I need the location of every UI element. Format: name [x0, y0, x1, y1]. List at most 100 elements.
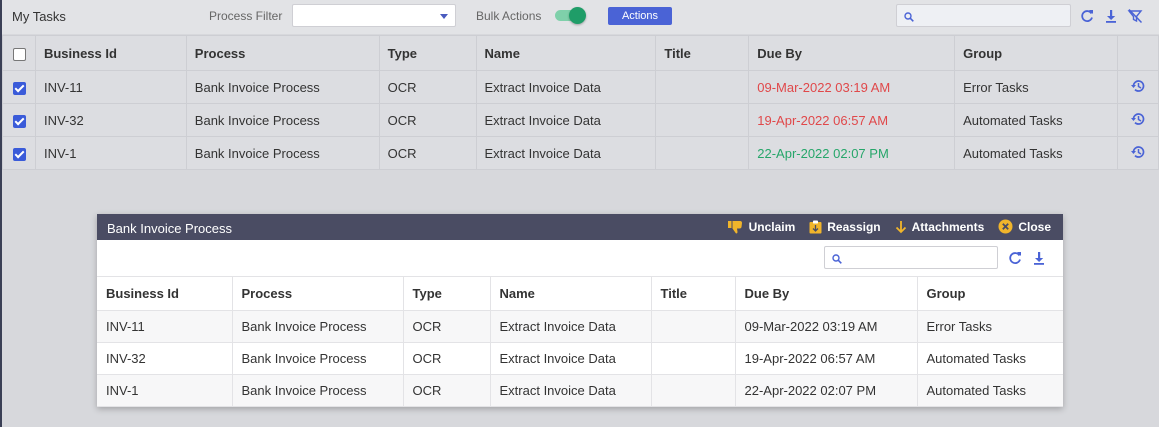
select-all-cell [2, 35, 36, 71]
title-cell [655, 136, 750, 170]
column-header[interactable]: Process [232, 276, 404, 311]
task-search-input[interactable] [896, 4, 1071, 27]
page-title: My Tasks [12, 9, 66, 24]
row-checkbox[interactable] [13, 147, 26, 161]
unclaim-button[interactable]: Unclaim [727, 219, 796, 234]
dialog-header: Bank Invoice Process Unclaim Reassign At… [97, 214, 1063, 240]
refresh-icon[interactable] [1007, 250, 1023, 266]
table-row[interactable]: INV-32 Bank Invoice Process OCR Extract … [2, 103, 1159, 137]
title-cell [655, 70, 750, 104]
close-label: Close [1018, 219, 1051, 234]
process-filter-select[interactable] [292, 4, 456, 27]
row-checkbox-cell [2, 103, 36, 137]
attachments-button[interactable]: Attachments [895, 219, 985, 234]
bulk-actions-toggle[interactable] [555, 7, 586, 24]
due-by-cell: 22-Apr-2022 02:07 PM [748, 136, 956, 170]
group-cell: Error Tasks [954, 70, 1118, 104]
search-icon [904, 12, 914, 22]
table-row[interactable]: INV-1 Bank Invoice Process OCR Extract I… [97, 374, 1063, 407]
clear-filter-icon[interactable] [1127, 8, 1143, 24]
row-checkbox[interactable] [13, 114, 26, 128]
actions-button[interactable]: Actions [608, 7, 672, 25]
column-header[interactable]: Type [378, 35, 477, 71]
reassign-button[interactable]: Reassign [809, 219, 881, 234]
process-cell: Bank Invoice Process [185, 103, 380, 137]
unclaim-label: Unclaim [748, 219, 796, 234]
type-cell: OCR [378, 103, 477, 137]
column-header[interactable]: Title [655, 35, 750, 71]
dialog-title: Bank Invoice Process [107, 221, 233, 236]
business-id-cell: INV-11 [97, 310, 233, 343]
row-checkbox-cell [2, 136, 36, 170]
column-header[interactable]: Due By [748, 35, 956, 71]
dialog-task-table: Business Id Process Type Name Title Due … [97, 276, 1063, 407]
type-cell: OCR [403, 310, 491, 343]
clipboard-icon [809, 220, 822, 233]
column-header[interactable]: Process [185, 35, 380, 71]
name-cell: Extract Invoice Data [490, 374, 652, 407]
group-cell: Automated Tasks [954, 103, 1118, 137]
group-cell: Automated Tasks [917, 342, 1063, 375]
column-header[interactable]: Group [917, 276, 1063, 311]
column-header[interactable]: Group [954, 35, 1118, 71]
due-by-cell: 09-Mar-2022 03:19 AM [748, 70, 956, 104]
business-id-cell: INV-32 [97, 342, 233, 375]
title-cell [655, 103, 750, 137]
close-icon [998, 219, 1013, 234]
history-icon[interactable] [1130, 78, 1146, 94]
column-header[interactable]: Name [490, 276, 652, 311]
due-by-cell: 19-Apr-2022 06:57 AM [735, 342, 918, 375]
process-cell: Bank Invoice Process [232, 374, 404, 407]
history-icon[interactable] [1130, 111, 1146, 127]
name-cell: Extract Invoice Data [475, 136, 657, 170]
task-detail-dialog: Bank Invoice Process Unclaim Reassign At… [97, 214, 1063, 407]
thumbs-down-icon [727, 220, 742, 233]
group-cell: Error Tasks [917, 310, 1063, 343]
process-cell: Bank Invoice Process [185, 70, 380, 104]
history-cell [1116, 136, 1159, 170]
task-table-header: Business Id Process Type Name Title Due … [2, 35, 1159, 71]
table-row[interactable]: INV-1 Bank Invoice Process OCR Extract I… [2, 136, 1159, 170]
history-icon[interactable] [1130, 144, 1146, 160]
column-header[interactable]: Business Id [34, 35, 187, 71]
column-header[interactable]: Business Id [97, 276, 233, 311]
task-toolbar: My Tasks Process Filter Bulk Actions Act… [2, 0, 1159, 34]
type-cell: OCR [403, 342, 491, 375]
name-cell: Extract Invoice Data [490, 310, 652, 343]
close-button[interactable]: Close [998, 219, 1051, 234]
process-cell: Bank Invoice Process [232, 342, 404, 375]
arrow-down-icon [895, 220, 906, 233]
attachments-label: Attachments [911, 219, 985, 234]
toggle-knob [569, 7, 586, 24]
refresh-icon[interactable] [1079, 8, 1095, 24]
column-header[interactable]: Name [475, 35, 657, 71]
process-cell: Bank Invoice Process [185, 136, 380, 170]
business-id-cell: INV-32 [34, 103, 187, 137]
title-cell [651, 310, 736, 343]
business-id-cell: INV-1 [34, 136, 187, 170]
dialog-search-input[interactable] [824, 246, 998, 269]
download-icon[interactable] [1103, 8, 1119, 24]
table-row[interactable]: INV-32 Bank Invoice Process OCR Extract … [97, 342, 1063, 375]
column-header[interactable]: Title [651, 276, 736, 311]
due-by-cell: 19-Apr-2022 06:57 AM [748, 103, 956, 137]
actions-column-header [1116, 35, 1159, 71]
bulk-actions-label: Bulk Actions [476, 9, 542, 23]
history-cell [1116, 70, 1159, 104]
row-checkbox[interactable] [13, 81, 26, 95]
process-filter-label: Process Filter [209, 9, 283, 23]
title-cell [651, 342, 736, 375]
chevron-down-icon [440, 14, 448, 19]
history-cell [1116, 103, 1159, 137]
type-cell: OCR [403, 374, 491, 407]
group-cell: Automated Tasks [954, 136, 1118, 170]
select-all-checkbox[interactable] [13, 47, 26, 61]
type-cell: OCR [378, 70, 477, 104]
table-row[interactable]: INV-11 Bank Invoice Process OCR Extract … [2, 70, 1159, 104]
name-cell: Extract Invoice Data [475, 103, 657, 137]
column-header[interactable]: Type [403, 276, 491, 311]
name-cell: Extract Invoice Data [490, 342, 652, 375]
table-row[interactable]: INV-11 Bank Invoice Process OCR Extract … [97, 310, 1063, 343]
download-icon[interactable] [1031, 250, 1047, 266]
column-header[interactable]: Due By [735, 276, 918, 311]
